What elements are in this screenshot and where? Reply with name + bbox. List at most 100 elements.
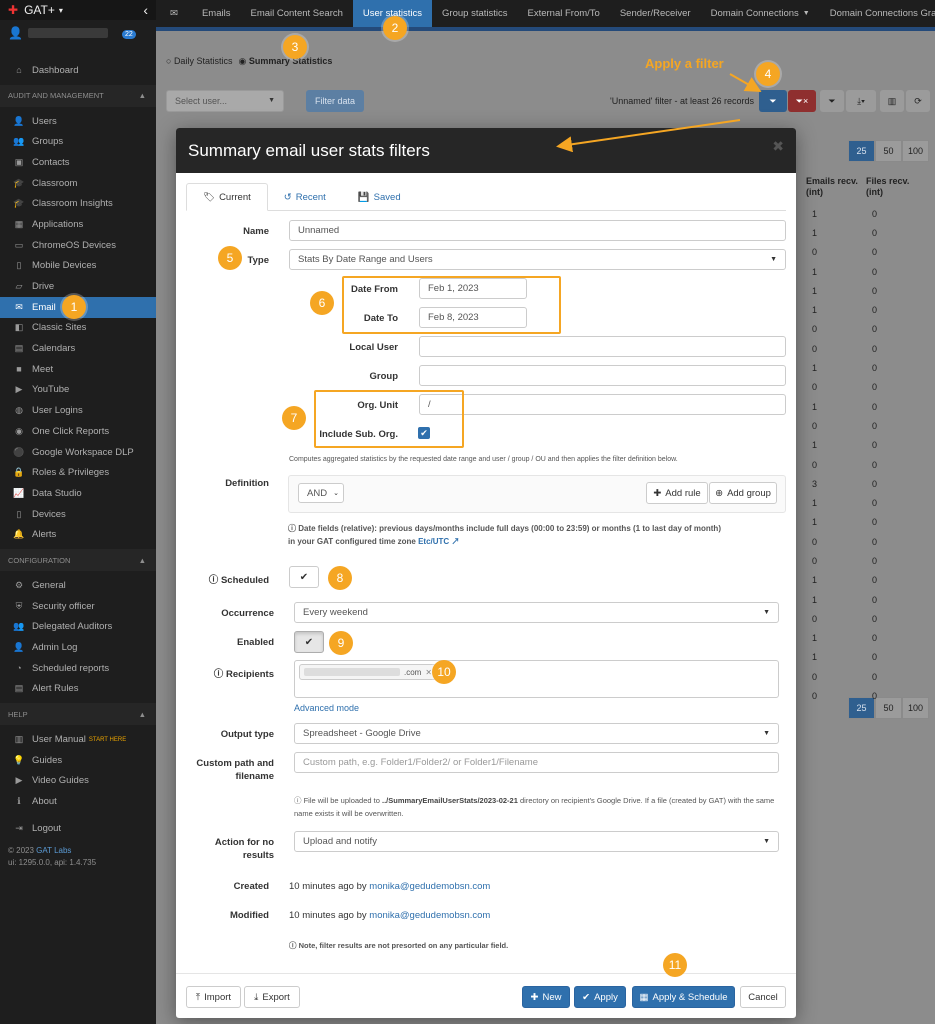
table-row[interactable]: 10 [806, 629, 926, 648]
close-icon[interactable]: ✖ [772, 138, 784, 155]
advanced-mode-link[interactable]: Advanced mode [294, 703, 359, 713]
type-select[interactable]: Stats By Date Range and Users ▼ [289, 249, 786, 270]
table-row[interactable]: 10 [806, 648, 926, 667]
sidebar-item-guides[interactable]: 💡 Guides [0, 750, 156, 771]
sidebar-item-about[interactable]: ℹ About [0, 791, 156, 812]
column-emails-recv[interactable]: Emails recv. (int) [806, 176, 866, 204]
sidebar-item-general[interactable]: ⚙ General [0, 575, 156, 596]
tab-current[interactable]: 🏷 Current [186, 183, 268, 211]
table-row[interactable]: 30 [806, 474, 926, 493]
tab-domain-connections-graph[interactable]: Domain Connections Graph [820, 0, 935, 27]
apply-button[interactable]: ✔ Apply [574, 986, 626, 1008]
sidebar-item-contacts[interactable]: ▣ Contacts [0, 152, 156, 173]
table-row[interactable]: 00 [806, 378, 926, 397]
sidebar-item-alert-rules[interactable]: ▤ Alert Rules [0, 679, 156, 700]
sidebar-item-mobile-devices[interactable]: ▯ Mobile Devices [0, 256, 156, 277]
sidebar-item-meet[interactable]: ■ Meet [0, 359, 156, 380]
table-row[interactable]: 10 [806, 300, 926, 319]
sidebar-item-classic-sites[interactable]: ◧ Classic Sites [0, 318, 156, 339]
sidebar-item-applications[interactable]: ▦ Applications [0, 214, 156, 235]
table-row[interactable]: 00 [806, 339, 926, 358]
table-row[interactable]: 10 [806, 281, 926, 300]
table-row[interactable]: 00 [806, 320, 926, 339]
sidebar-item-google-workspace-dlp[interactable]: ⚫ Google Workspace DLP [0, 442, 156, 463]
table-row[interactable]: 00 [806, 667, 926, 686]
filter-icon-button[interactable]: ⏷ [759, 90, 787, 112]
gat-labs-link[interactable]: GAT Labs [36, 846, 71, 855]
table-row[interactable]: 00 [806, 551, 926, 570]
sidebar-item-video-guides[interactable]: ▶ Video Guides [0, 771, 156, 792]
table-row[interactable]: 10 [806, 513, 926, 532]
add-rule-button[interactable]: ✚ Add rule [646, 482, 708, 504]
sidebar-item-chromeos-devices[interactable]: ▭ ChromeOS Devices [0, 235, 156, 256]
table-row[interactable]: 00 [806, 243, 926, 262]
sidebar-item-devices[interactable]: ▯ Devices [0, 504, 156, 525]
table-row[interactable]: 10 [806, 590, 926, 609]
tab-external-from-to[interactable]: External From/To [518, 0, 610, 27]
sidebar-item-one-click-reports[interactable]: ◉ One Click Reports [0, 421, 156, 442]
tab-saved[interactable]: 💾 Saved [342, 183, 417, 211]
section-header-audit[interactable]: AUDIT AND MANAGEMENT ▲ [0, 84, 156, 107]
occurrence-select[interactable]: Every weekend ▼ [294, 602, 779, 623]
radio-summary-statistics[interactable]: ◉ Summary Statistics [238, 56, 332, 67]
table-row[interactable]: 10 [806, 571, 926, 590]
table-row[interactable]: 00 [806, 416, 926, 435]
page-size-50[interactable]: 50 [875, 140, 902, 162]
export-button[interactable]: ⤓ Export [244, 986, 300, 1008]
collapse-sidebar-icon[interactable]: ‹ [143, 2, 148, 18]
sidebar-item-delegated-auditors[interactable]: 👥 Delegated Auditors [0, 617, 156, 638]
export-dropdown-icon-button[interactable]: ⤓▾ [846, 90, 876, 112]
app-menu-chevron-icon[interactable]: ▾ [59, 6, 63, 15]
sidebar-item-classroom-insights[interactable]: 🎓 Classroom Insights [0, 193, 156, 214]
import-button[interactable]: ⤒ Import [186, 986, 241, 1008]
column-files-recv[interactable]: Files recv. (int) [866, 176, 926, 204]
tab-recent[interactable]: ↺ Recent [268, 183, 342, 211]
and-or-select[interactable]: AND ⌄ [298, 483, 344, 503]
table-row[interactable]: 00 [806, 686, 926, 705]
table-row[interactable]: 10 [806, 397, 926, 416]
sidebar-item-calendars[interactable]: ▤ Calendars [0, 338, 156, 359]
sidebar-item-admin-log[interactable]: 👤 Admin Log [0, 637, 156, 658]
refresh-icon-button[interactable]: ⟳ [906, 90, 930, 112]
sidebar-item-groups[interactable]: 👥 Groups [0, 131, 156, 152]
table-row[interactable]: 10 [806, 358, 926, 377]
sidebar-item-classroom[interactable]: 🎓 Classroom [0, 173, 156, 194]
modified-by-link[interactable]: monika@gedudemobsn.com [369, 910, 490, 921]
action-no-results-select[interactable]: Upload and notify ▼ [294, 831, 779, 852]
cancel-button[interactable]: Cancel [740, 986, 786, 1008]
tab-email-content-search[interactable]: Email Content Search [240, 0, 352, 27]
page-size-100[interactable]: 100 [902, 140, 929, 162]
tab-group-statistics[interactable]: Group statistics [432, 0, 517, 27]
columns-icon-button[interactable]: ▥ [880, 90, 904, 112]
group-input[interactable] [419, 365, 786, 386]
custom-path-input[interactable]: Custom path, e.g. Folder1/Folder2/ or Fo… [294, 752, 779, 773]
name-input[interactable]: Unnamed [289, 220, 786, 241]
table-row[interactable]: 10 [806, 493, 926, 512]
sidebar-item-logout[interactable]: ⇥ Logout [0, 818, 156, 839]
email-nav-icon[interactable]: ✉ [156, 0, 192, 27]
page-size-25[interactable]: 25 [848, 140, 875, 162]
filter-data-button[interactable]: Filter data [306, 90, 364, 112]
tab-emails[interactable]: Emails [192, 0, 241, 27]
sidebar-item-drive[interactable]: ▱ Drive [0, 276, 156, 297]
table-row[interactable]: 10 [806, 262, 926, 281]
sidebar-item-alerts[interactable]: 🔔 Alerts [0, 524, 156, 545]
add-group-button[interactable]: ⊕ Add group [709, 482, 777, 504]
radio-daily-statistics[interactable]: ○ Daily Statistics [166, 56, 232, 67]
table-row[interactable]: 00 [806, 455, 926, 474]
table-row[interactable]: 00 [806, 532, 926, 551]
output-type-select[interactable]: Spreadsheet - Google Drive ▼ [294, 723, 779, 744]
table-row[interactable]: 00 [806, 609, 926, 628]
sidebar-item-roles-privileges[interactable]: 🔒 Roles & Privileges [0, 462, 156, 483]
clear-filter-icon-button[interactable]: ⏷× [788, 90, 816, 112]
sidebar-item-user-manual[interactable]: ▥ User Manual START HERE [0, 729, 156, 750]
timezone-link[interactable]: Etc/UTC [418, 537, 449, 546]
table-row[interactable]: 10 [806, 436, 926, 455]
table-row[interactable]: 10 [806, 223, 926, 242]
scheduled-toggle[interactable]: ✔ [289, 566, 319, 588]
sidebar-item-security-officer[interactable]: ⛨ Security officer [0, 596, 156, 617]
apply-schedule-button[interactable]: ▦ Apply & Schedule [632, 986, 735, 1008]
sidebar-item-data-studio[interactable]: 📈 Data Studio [0, 483, 156, 504]
sidebar-item-scheduled-reports[interactable]: ◔ Scheduled reports [0, 658, 156, 679]
local-user-input[interactable] [419, 336, 786, 357]
